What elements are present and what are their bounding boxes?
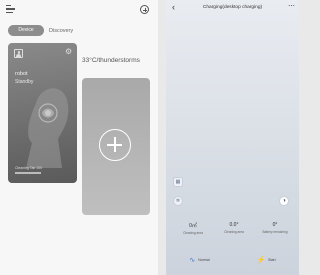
- home-screen: Device Discovery ⚙ robot Standby Cleanin…: [0, 0, 158, 275]
- wave-icon: ∿: [189, 256, 196, 264]
- stat-value: 0°: [272, 222, 278, 228]
- stat-item: 0㎡ Cleaning area: [174, 222, 212, 235]
- menu-icon[interactable]: [6, 5, 16, 14]
- start-button[interactable]: ⚡ Start: [256, 257, 275, 264]
- tab-device[interactable]: Device: [8, 25, 44, 36]
- device-footer-text: Cleaning Tab 100: [15, 166, 43, 170]
- gear-icon[interactable]: ⚙: [65, 48, 72, 56]
- app-root: Device Discovery ⚙ robot Standby Cleanin…: [0, 0, 299, 275]
- bottom-action-bar: ∿ Normal ⚡ Start: [166, 252, 299, 268]
- stat-item: 0° Battery remaining: [256, 222, 294, 235]
- screen-divider: [158, 0, 166, 275]
- map-icon[interactable]: ▦: [173, 177, 183, 187]
- user-icon: [14, 49, 23, 58]
- normal-mode-button[interactable]: ∿ Normal: [189, 257, 209, 264]
- add-device-card[interactable]: [82, 78, 150, 215]
- lightning-icon: ⚡: [256, 256, 266, 264]
- stats-row: 0㎡ Cleaning area 0.0° Cleaning area 0° B…: [174, 222, 294, 235]
- device-control-screen: ‹ Charging(desktop charging) ⋯ ▦ ✲ ◑ 0㎡ …: [166, 0, 299, 275]
- progress-bar: [15, 172, 41, 174]
- add-circle-icon[interactable]: [140, 5, 149, 14]
- stat-label: Cleaning area: [183, 231, 203, 235]
- more-icon[interactable]: ⋯: [288, 3, 295, 10]
- page-title: Charging(desktop charging): [202, 5, 263, 10]
- moon-icon[interactable]: ◑: [279, 196, 289, 206]
- tab-bar: Device Discovery: [8, 25, 73, 36]
- device-card[interactable]: ⚙ robot Standby Cleaning Tab 100: [8, 43, 77, 183]
- stat-value: 0.0°: [229, 222, 239, 228]
- device-name: robot: [15, 71, 28, 77]
- stat-label: Cleaning area: [224, 230, 244, 234]
- stat-item: 0.0° Cleaning area: [215, 222, 253, 235]
- settings-icon[interactable]: ✲: [173, 196, 183, 206]
- tab-discovery[interactable]: Discovery: [49, 28, 73, 34]
- plus-icon[interactable]: [99, 129, 131, 161]
- start-label: Start: [268, 258, 276, 262]
- device-status: Standby: [15, 79, 34, 85]
- stat-label: Battery remaining: [262, 230, 288, 234]
- stat-value: 0㎡: [189, 223, 197, 229]
- weather-text: 33°C/thunderstorms: [82, 57, 140, 64]
- normal-mode-label: Normal: [198, 258, 210, 262]
- robot-figure-image: [26, 88, 69, 168]
